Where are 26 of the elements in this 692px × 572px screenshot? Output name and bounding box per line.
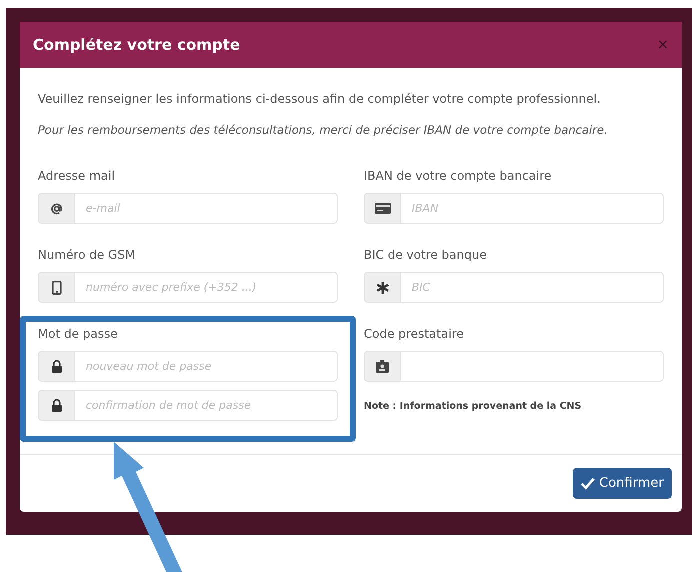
lock-icon: [50, 399, 62, 412]
field-label: IBAN de votre compte bancaire: [364, 168, 553, 186]
field-label: Code prestataire: [364, 326, 465, 344]
field-label: Mot de passe: [38, 326, 119, 344]
card-icon: [374, 202, 390, 216]
input-field[interactable]: numéro avec prefixe (+352 ...): [75, 272, 338, 304]
confirm-button[interactable]: Confirmer: [573, 468, 672, 499]
intro-text: Veuillez renseigner les informations ci-dessous afin de compléter votre compte professionnel.: [38, 92, 602, 107]
phone-icon: [52, 280, 62, 295]
lock-icon: [50, 360, 62, 374]
notice-text: Pour les remboursements des téléconsultations, merci de préciser IBAN de votre compte bancaire.: [38, 123, 609, 138]
dialog-title: Complétez votre compte: [33, 34, 240, 56]
input-field[interactable]: nouveau mot de passe: [75, 351, 338, 382]
input-field[interactable]: IBAN: [401, 193, 664, 224]
asterisk-icon: [376, 280, 390, 295]
input-field[interactable]: BIC: [401, 272, 664, 304]
field-label: Numéro de GSM: [38, 247, 137, 264]
at-icon: [50, 202, 62, 215]
input-field[interactable]: confirmation de mot de passe: [75, 390, 338, 422]
field-label: BIC de votre banque: [364, 247, 488, 264]
input-field[interactable]: e-mail: [75, 193, 338, 224]
field-label: Adresse mail: [38, 168, 116, 186]
id-badge-icon: [376, 360, 389, 374]
input-field[interactable]: [401, 351, 664, 382]
note-text: Note : Informations provenant de la CNS: [364, 400, 583, 414]
check-icon: [581, 478, 596, 490]
